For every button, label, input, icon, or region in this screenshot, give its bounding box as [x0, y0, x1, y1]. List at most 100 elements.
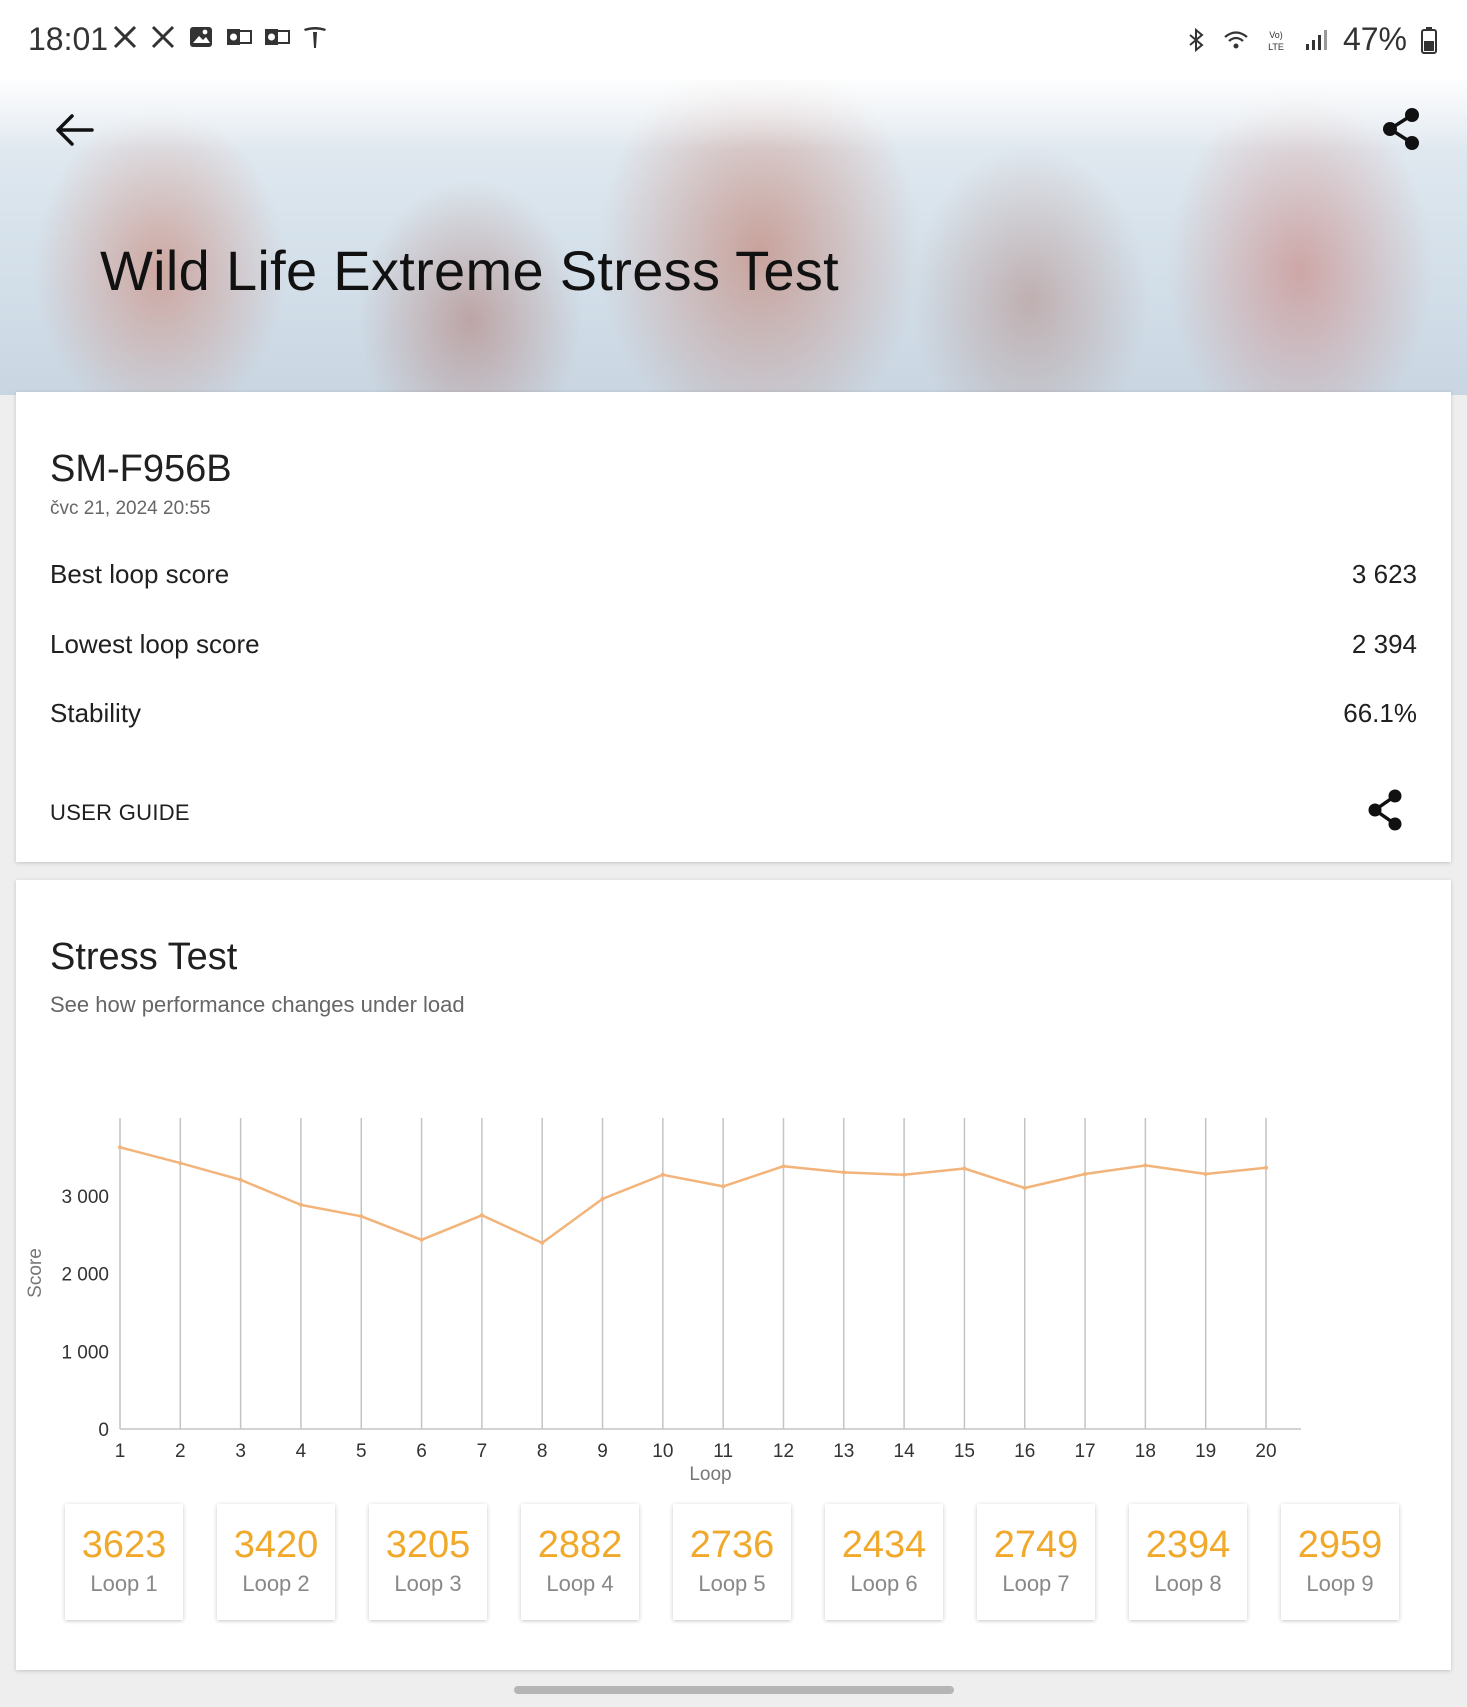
data-point: [298, 1202, 303, 1207]
loop-score-box: 2394 Loop 8: [1129, 1504, 1247, 1620]
signal-icon: [1305, 29, 1327, 50]
result-card: SM-F956B čvc 21, 2024 20:55 Best loop sc…: [16, 392, 1451, 862]
data-point: [419, 1237, 424, 1242]
loop-score-box: 2749 Loop 7: [977, 1504, 1095, 1620]
device-name: SM-F956B: [50, 448, 232, 490]
y-tick-label: 1 000: [61, 1342, 109, 1363]
data-point: [841, 1170, 846, 1175]
loop-label: Loop 9: [1306, 1571, 1374, 1596]
share-icon[interactable]: [1364, 788, 1406, 832]
stability-value: 66.1%: [1343, 697, 1417, 728]
svg-text:Vo): Vo): [1269, 30, 1283, 40]
loop-score-box: 2736 Loop 5: [673, 1504, 791, 1620]
x-tick-label: 7: [477, 1441, 488, 1462]
data-point: [238, 1177, 243, 1182]
loop-score-box: 3205 Loop 3: [369, 1504, 487, 1620]
x-tick-label: 3: [235, 1441, 246, 1462]
bluetooth-icon: [1189, 27, 1204, 52]
page-title: Wild Life Extreme Stress Test: [100, 239, 839, 302]
stress-test-chart: 1 2 3 4 5 6 7 8 9 10 11 12 13 14 15 16 17 18 19 2001 0002 0…: [25, 1118, 1301, 1485]
data-point: [118, 1145, 122, 1150]
x-tick-label: 20: [1255, 1441, 1276, 1462]
loop-label: Loop 3: [394, 1571, 462, 1596]
x-axis-title: Loop: [689, 1464, 731, 1485]
loop-score-value: 3205: [385, 1524, 471, 1566]
loop-label: Loop 7: [1002, 1571, 1070, 1596]
system-icons: Vo) LTE 47%: [1183, 21, 1437, 58]
battery-percent: 47%: [1342, 21, 1407, 57]
loop-score-box: 2882 Loop 4: [521, 1504, 639, 1620]
x-tick-label: 19: [1195, 1441, 1216, 1462]
x-tick-label: 17: [1074, 1441, 1095, 1462]
x-icon: [113, 25, 137, 49]
lowest-loop-label: Lowest loop score: [50, 628, 260, 659]
home-indicator[interactable]: [514, 1686, 954, 1694]
loop-label: Loop 8: [1154, 1571, 1222, 1596]
data-point: [1083, 1171, 1088, 1176]
loop-label: Loop 1: [90, 1571, 158, 1596]
loop-score-value: 3420: [233, 1524, 319, 1566]
data-point: [540, 1240, 545, 1245]
best-loop-label: Best loop score: [50, 558, 230, 589]
battery-icon: [1421, 26, 1437, 54]
data-point: [902, 1172, 907, 1177]
x-tick-label: 5: [356, 1441, 367, 1462]
volte-icon: Vo) LTE: [1268, 30, 1284, 52]
x-icon: [151, 25, 175, 49]
x-tick-label: 11: [713, 1441, 733, 1462]
series-line: [119, 1146, 1267, 1245]
x-tick-label: 18: [1135, 1441, 1156, 1462]
loop-score-box: 3420 Loop 2: [217, 1504, 335, 1620]
share-icon[interactable]: [1378, 106, 1424, 152]
x-tick-label: 10: [652, 1441, 673, 1462]
lowest-loop-row: Lowest loop score 2 394: [50, 626, 1417, 662]
image-icon: [190, 27, 212, 47]
y-tick-label: 0: [98, 1420, 109, 1441]
x-tick-label: 2: [175, 1441, 186, 1462]
tesla-icon: [304, 27, 326, 48]
loop-score-box: 2434 Loop 6: [825, 1504, 943, 1620]
svg-text:LTE: LTE: [1268, 42, 1284, 52]
data-point: [1022, 1185, 1027, 1190]
user-guide-link[interactable]: USER GUIDE: [50, 800, 190, 826]
outlook-icon: [227, 29, 252, 45]
loop-label: Loop 5: [698, 1571, 766, 1596]
data-point: [962, 1166, 967, 1171]
stress-test-card: Stress Test See how performance changes …: [16, 880, 1451, 1670]
loop-score-value: 2736: [689, 1524, 775, 1566]
loop-label: Loop 4: [546, 1571, 614, 1596]
loop-score-value: 2394: [1145, 1524, 1231, 1566]
x-tick-label: 9: [597, 1441, 608, 1462]
data-point: [178, 1161, 183, 1166]
y-axis-title: Score: [25, 1248, 46, 1298]
outlook-icon: [265, 29, 290, 45]
loop-score-value: 2749: [993, 1524, 1079, 1566]
status-time: 18:01: [28, 21, 109, 57]
x-tick-label: 15: [954, 1441, 975, 1462]
loop-score-value: 2434: [841, 1524, 927, 1566]
data-point: [1264, 1165, 1268, 1170]
y-tick-label: 3 000: [61, 1187, 109, 1208]
test-date: čvc 21, 2024 20:55: [50, 498, 211, 519]
x-tick-label: 12: [773, 1441, 794, 1462]
data-point: [1143, 1163, 1148, 1168]
x-tick-label: 1: [115, 1441, 126, 1462]
x-tick-label: 8: [537, 1441, 548, 1462]
best-loop-value: 3 623: [1351, 558, 1417, 589]
hero-fade: [0, 70, 1467, 150]
loop-score-value: 2959: [1297, 1524, 1383, 1566]
data-point: [660, 1172, 665, 1177]
loop-score-box: 3623 Loop 1: [65, 1504, 183, 1620]
x-tick-label: 14: [894, 1441, 916, 1462]
data-point: [359, 1214, 364, 1219]
loop-label: Loop 6: [850, 1571, 918, 1596]
arrow-left-icon[interactable]: [52, 108, 96, 152]
x-tick-label: 4: [296, 1441, 307, 1462]
loop-score-box: 2959 Loop 9: [1281, 1504, 1399, 1620]
data-point: [479, 1213, 484, 1218]
loop-score-value: 2882: [537, 1524, 623, 1566]
lowest-loop-value: 2 394: [1351, 628, 1417, 659]
notification-icons: [112, 24, 328, 50]
y-tick-label: 2 000: [61, 1265, 109, 1286]
data-point: [781, 1164, 786, 1169]
